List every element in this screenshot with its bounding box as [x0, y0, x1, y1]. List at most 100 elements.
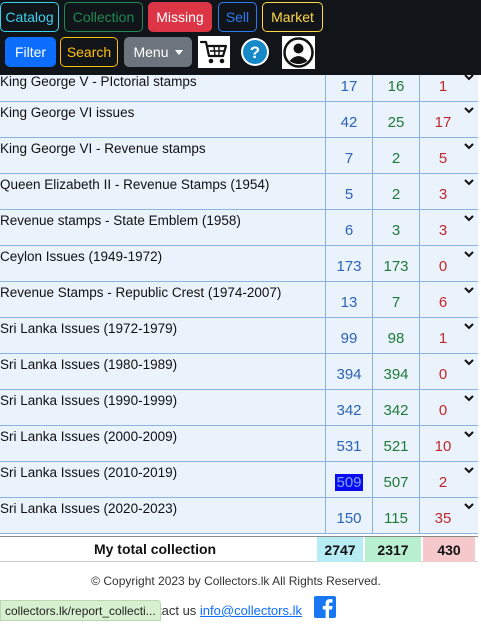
chevron-down-icon[interactable] [463, 71, 475, 83]
row-title: Sri Lanka Issues (1980-1989) [0, 357, 178, 372]
owned-count-cell[interactable]: 16 [373, 78, 419, 95]
total-count-cell-value: 5 [344, 186, 354, 203]
table-row[interactable]: King George VI issues 42 25 17 [0, 102, 478, 138]
missing-count-cell[interactable]: 2 [420, 474, 466, 491]
owned-count-cell[interactable]: 521 [373, 438, 419, 455]
owned-count-cell[interactable]: 2 [373, 150, 419, 167]
catalog-button[interactable]: Catalog [0, 2, 59, 32]
total-count-cell-value: 150 [336, 510, 362, 527]
missing-count-cell[interactable]: 3 [420, 186, 466, 203]
missing-count-cell-value: 10 [434, 438, 452, 455]
missing-count-cell[interactable]: 3 [420, 222, 466, 239]
market-button[interactable]: Market [262, 2, 323, 32]
user-account-icon[interactable] [282, 36, 315, 69]
total-count-cell[interactable]: 99 [326, 330, 372, 347]
owned-count-cell-value: 2 [391, 186, 401, 203]
total-count-cell-value: 13 [340, 294, 358, 311]
missing-count-cell[interactable]: 6 [420, 294, 466, 311]
sell-button[interactable]: Sell [218, 2, 257, 32]
chevron-down-icon[interactable] [463, 176, 475, 188]
table-row[interactable]: King George VI - Revenue stamps 7 2 5 [0, 138, 478, 174]
total-count-cell[interactable]: 531 [326, 438, 372, 455]
row-title: Ceylon Issues (1949-1972) [0, 249, 163, 264]
owned-count-cell[interactable]: 342 [373, 402, 419, 419]
chevron-down-icon[interactable] [463, 212, 475, 224]
total-count-cell-value: 7 [344, 150, 354, 167]
total-count-cell[interactable]: 509 [326, 474, 372, 491]
filter-button[interactable]: Filter [5, 37, 56, 67]
row-title: King George VI - Revenue stamps [0, 141, 206, 156]
missing-count-cell[interactable]: 5 [420, 150, 466, 167]
search-button[interactable]: Search [60, 37, 118, 67]
total-count-cell[interactable]: 342 [326, 402, 372, 419]
total-count-cell[interactable]: 7 [326, 150, 372, 167]
total-count-cell[interactable]: 150 [326, 510, 372, 527]
chevron-down-icon[interactable] [463, 392, 475, 404]
total-count-cell[interactable]: 173 [326, 258, 372, 275]
table-row[interactable]: Ceylon Issues (1949-1972) 173 173 0 [0, 246, 478, 282]
owned-count-cell[interactable]: 115 [373, 510, 419, 527]
missing-count-cell[interactable]: 1 [420, 78, 466, 95]
table-row[interactable]: Sri Lanka Issues (1990-1999) 342 342 0 [0, 390, 478, 426]
table-row[interactable]: Sri Lanka Issues (2010-2019) 509 507 2 [0, 462, 478, 498]
owned-count-cell[interactable]: 173 [373, 258, 419, 275]
total-count-cell-value: 342 [336, 402, 362, 419]
total-count-cell[interactable]: 394 [326, 366, 372, 383]
chevron-down-icon[interactable] [463, 248, 475, 260]
missing-count-cell[interactable]: 0 [420, 402, 466, 419]
owned-count-cell-value: 98 [387, 330, 405, 347]
table-row[interactable]: Queen Elizabeth II - Revenue Stamps (195… [0, 174, 478, 210]
table-row[interactable]: King George V - PIctorial stamps 17 16 1 [0, 74, 478, 102]
facebook-icon[interactable] [314, 596, 336, 618]
total-count-cell[interactable]: 17 [326, 78, 372, 95]
missing-count-cell-value: 1 [438, 330, 448, 347]
table-row[interactable]: Sri Lanka Issues (2000-2009) 531 521 10 [0, 426, 478, 462]
total-count-cell[interactable]: 5 [326, 186, 372, 203]
total-label: My total collection [93, 541, 217, 557]
owned-count-cell[interactable]: 98 [373, 330, 419, 347]
missing-count-cell[interactable]: 0 [420, 366, 466, 383]
owned-count-cell-value: 7 [391, 294, 401, 311]
chevron-down-icon[interactable] [463, 428, 475, 440]
owned-count: 2317 [365, 537, 421, 562]
missing-count-cell[interactable]: 35 [420, 510, 466, 527]
table-row[interactable]: Revenue stamps - State Emblem (1958) 6 3 3 [0, 210, 478, 246]
owned-count-cell[interactable]: 2 [373, 186, 419, 203]
missing-count-cell-value: 0 [438, 402, 448, 419]
chevron-down-icon[interactable] [463, 356, 475, 368]
contact-line: tact us info@collectors.lk [158, 603, 302, 618]
owned-count-cell[interactable]: 25 [373, 114, 419, 131]
owned-count-cell[interactable]: 3 [373, 222, 419, 239]
missing-count-cell-value: 0 [438, 258, 448, 275]
owned-count-cell[interactable]: 7 [373, 294, 419, 311]
chevron-down-icon[interactable] [463, 320, 475, 332]
table-row[interactable]: Sri Lanka Issues (1972-1979) 99 98 1 [0, 318, 478, 354]
owned-count-cell-value: 507 [383, 474, 409, 491]
missing-count-cell[interactable]: 10 [420, 438, 466, 455]
table-row[interactable]: Sri Lanka Issues (1980-1989) 394 394 0 [0, 354, 478, 390]
missing-count-cell[interactable]: 1 [420, 330, 466, 347]
missing-count-cell[interactable]: 17 [420, 114, 466, 131]
owned-count-cell[interactable]: 394 [373, 366, 419, 383]
total-row: My total collection 2747 2317 430 [0, 536, 478, 562]
help-icon[interactable]: ? [240, 37, 270, 67]
total-count-cell[interactable]: 13 [326, 294, 372, 311]
total-count-cell[interactable]: 42 [326, 114, 372, 131]
menu-dropdown-button[interactable]: Menu [124, 37, 192, 67]
chevron-down-icon[interactable] [463, 464, 475, 476]
email-link[interactable]: info@collectors.lk [200, 603, 302, 618]
collection-button[interactable]: Collection [64, 2, 143, 32]
missing-button[interactable]: Missing [148, 2, 212, 32]
chevron-down-icon[interactable] [463, 104, 475, 116]
chevron-down-icon[interactable] [463, 500, 475, 512]
chevron-down-icon[interactable] [463, 140, 475, 152]
missing-count-cell[interactable]: 0 [420, 258, 466, 275]
chevron-down-icon[interactable] [463, 284, 475, 296]
table-row[interactable]: Sri Lanka Issues (2020-2023) 150 115 35 [0, 498, 478, 534]
shopping-cart-icon[interactable] [198, 36, 230, 68]
owned-count-cell[interactable]: 507 [373, 474, 419, 491]
missing-count: 430 [423, 537, 475, 562]
table-row[interactable]: Revenue Stamps - Republic Crest (1974-20… [0, 282, 478, 318]
row-title: Sri Lanka Issues (2000-2009) [0, 429, 178, 444]
total-count-cell[interactable]: 6 [326, 222, 372, 239]
